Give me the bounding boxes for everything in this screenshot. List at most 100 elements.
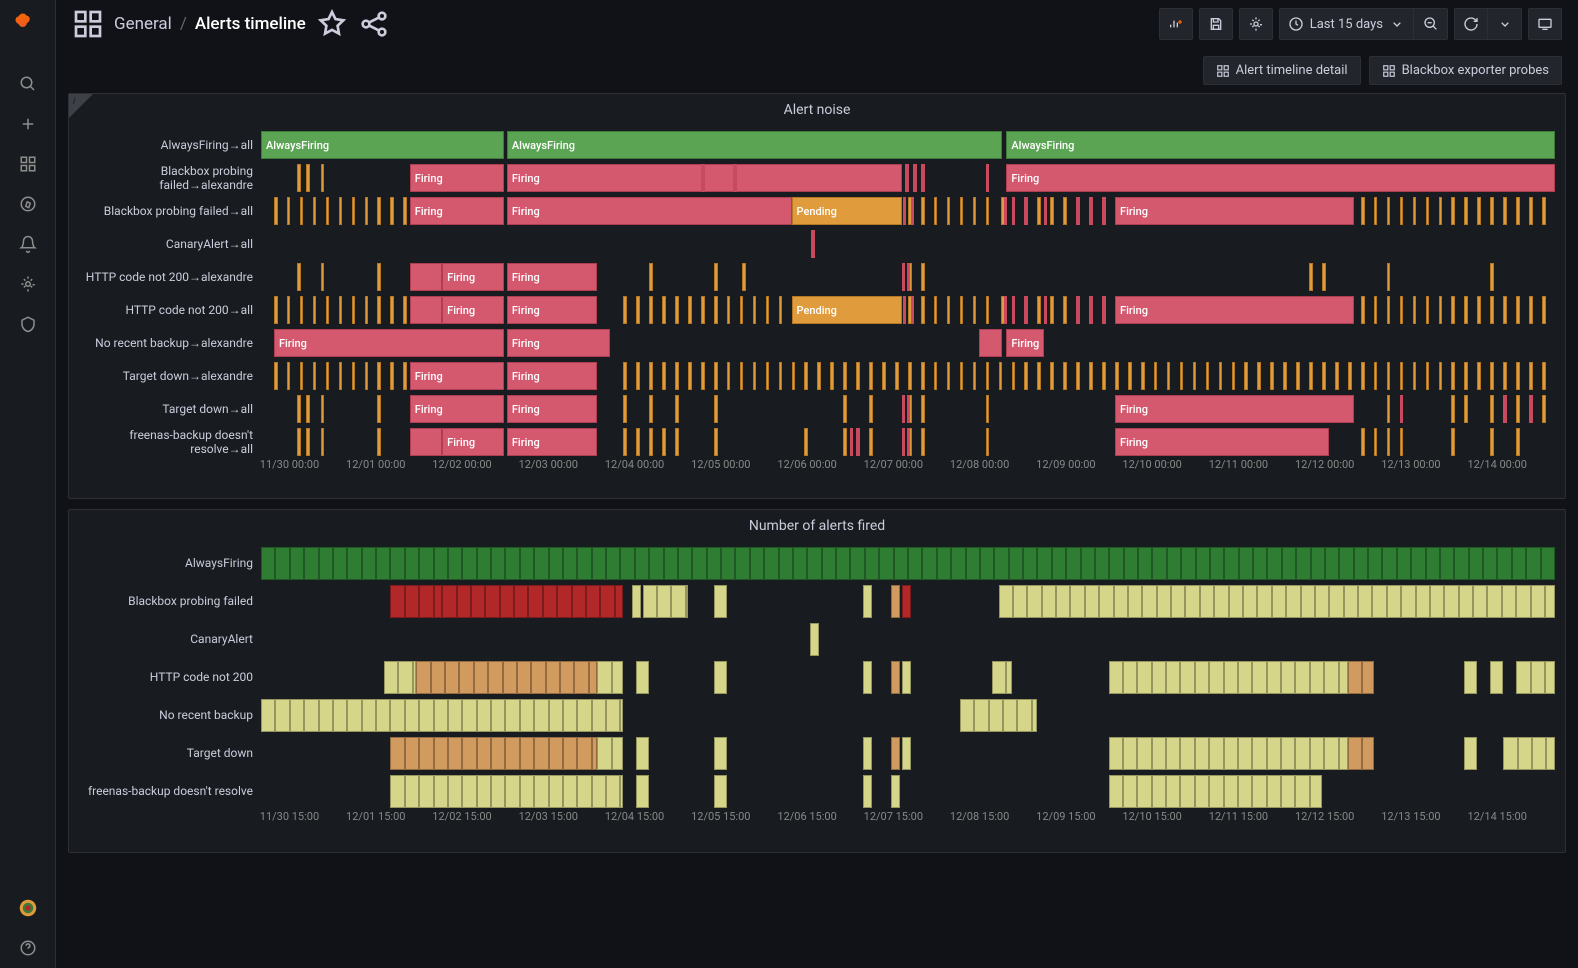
heatmap-row[interactable] [261,734,1555,772]
heatmap-cell[interactable] [1195,737,1209,770]
heatmap-cell[interactable] [1362,661,1374,694]
heatmap-cell[interactable] [1329,585,1343,618]
heatmap-cell[interactable] [951,547,965,580]
heatmap-cell[interactable] [980,547,994,580]
timeline-tick[interactable] [274,197,278,225]
timeline-tick[interactable] [1400,197,1404,225]
timeline-tick[interactable] [947,362,951,390]
heatmap-cell[interactable] [1301,585,1315,618]
panel-info-corner[interactable] [69,94,93,118]
heatmap-cell[interactable] [822,547,836,580]
timeline-tick[interactable] [804,362,808,390]
heatmap-cell[interactable] [1109,547,1123,580]
heatmap-cell[interactable] [606,547,620,580]
timeline-tick[interactable] [905,164,909,192]
heatmap-cell[interactable] [1152,547,1166,580]
heatmap-cell[interactable] [1426,547,1440,580]
heatmap-cell[interactable] [390,699,404,732]
timeline-tick[interactable] [1400,362,1404,390]
heatmap-cell[interactable] [1128,585,1142,618]
timeline-tick[interactable] [856,362,860,390]
timeline-tick[interactable] [733,164,737,192]
heatmap-cell[interactable] [657,585,671,618]
timeline-tick[interactable] [1451,428,1455,456]
heatmap-cell[interactable] [1023,547,1037,580]
heatmap-cell[interactable] [477,547,491,580]
panel-alert-noise[interactable]: Alert noise AlwaysFiring→allBlackbox pro… [68,93,1566,499]
timeline-tick[interactable] [1426,296,1430,324]
timeline-tick[interactable] [1232,362,1236,390]
timeline-tick[interactable] [1503,296,1507,324]
timeline-tick[interactable] [1374,428,1378,456]
heatmap-cell[interactable] [992,661,1006,694]
heatmap-cell[interactable] [419,547,433,580]
heatmap-cell[interactable] [261,547,275,580]
timeline-segment[interactable]: Firing [442,296,504,324]
timeline-tick[interactable] [1037,296,1041,324]
heatmap-cell[interactable] [1310,775,1322,808]
heatmap-cell[interactable] [1056,585,1070,618]
heatmap-cell[interactable] [577,775,591,808]
heatmap-cell[interactable] [721,547,735,580]
timeline-tick[interactable] [377,428,381,456]
timeline-tick[interactable] [1361,428,1365,456]
heatmap-cell[interactable] [686,585,688,618]
timeline-tick[interactable] [623,395,627,423]
timeline-tick[interactable] [1451,395,1455,423]
heatmap-cell[interactable] [1512,547,1526,580]
timeline-segment[interactable]: Firing [1115,428,1329,456]
timeline-tick[interactable] [766,296,770,324]
heatmap-cell[interactable] [863,775,872,808]
timeline-segment[interactable]: Firing [1115,296,1354,324]
heatmap-cell[interactable] [1157,585,1171,618]
timeline-segment[interactable]: AlwaysFiring [261,131,504,159]
timeline-tick[interactable] [1529,395,1533,423]
timeline-tick[interactable] [921,296,925,324]
timeline-tick[interactable] [986,395,990,423]
heatmap-cell[interactable] [1052,547,1066,580]
timeline-row[interactable]: AlwaysFiringAlwaysFiringAlwaysFiring [261,128,1555,161]
timeline-tick[interactable] [377,197,381,225]
heatmap-cell[interactable] [863,737,872,770]
heatmap-cell[interactable] [612,737,624,770]
heatmap-cell[interactable] [615,585,624,618]
help-icon[interactable] [0,928,56,968]
timeline-tick[interactable] [274,362,278,390]
heatmap-cell[interactable] [714,661,727,694]
add-panel-button[interactable] [1159,8,1193,40]
timeline-tick[interactable] [1451,296,1455,324]
heatmap-cell[interactable] [1348,737,1362,770]
timeline-tick[interactable] [1283,362,1287,390]
heatmap-cell[interactable] [1109,737,1123,770]
heatmap-cell[interactable] [517,661,531,694]
timeline-tick[interactable] [830,362,834,390]
timeline-tick[interactable] [1426,362,1430,390]
timeline-tick[interactable] [321,263,325,291]
timeline-tick[interactable] [1257,362,1261,390]
timeline-tick[interactable] [1024,296,1028,324]
heatmap-cell[interactable] [1315,585,1329,618]
timeline-tick[interactable] [1089,296,1093,324]
timeline-tick[interactable] [701,296,705,324]
timeline-tick[interactable] [792,362,796,390]
timeline-tick[interactable] [321,428,325,456]
heatmap-cell[interactable] [1123,775,1137,808]
heatmap-cell[interactable] [534,775,548,808]
timeline-tick[interactable] [1387,395,1391,423]
timeline-tick[interactable] [850,428,854,456]
timeline-tick[interactable] [287,197,291,225]
timeline-tick[interactable] [306,164,310,192]
heatmap-row[interactable] [261,658,1555,696]
heatmap-cell[interactable] [1124,547,1138,580]
heatmap-cell[interactable] [1229,585,1243,618]
heatmap-cell[interactable] [319,547,333,580]
timeline-row[interactable] [261,227,1555,260]
heatmap-cell[interactable] [1166,737,1180,770]
timeline-tick[interactable] [1542,197,1546,225]
heatmap-cell[interactable] [1358,585,1372,618]
heatmap-cell[interactable] [1324,737,1338,770]
timeline-tick[interactable] [766,362,770,390]
timeline-tick[interactable] [1322,263,1326,291]
heatmap-cell[interactable] [398,661,412,694]
heatmap-cell[interactable] [434,699,448,732]
